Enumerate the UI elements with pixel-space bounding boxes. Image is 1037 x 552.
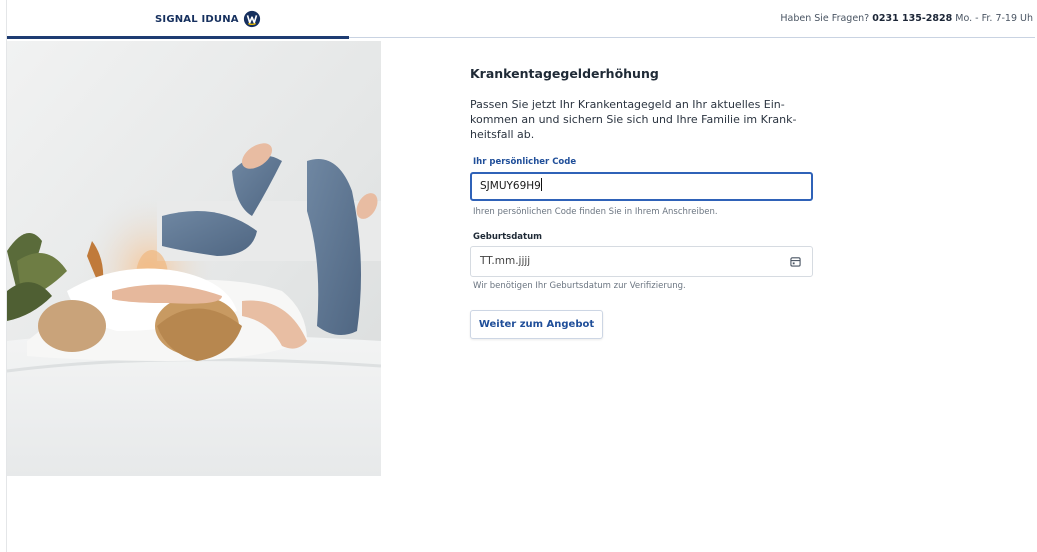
birthdate-label: Geburtsdatum	[473, 232, 542, 242]
birthdate-input[interactable]: TT.mm.jjjj	[470, 246, 813, 277]
contact-phone[interactable]: 0231 135-2828	[872, 13, 952, 24]
window-left-edge	[0, 0, 7, 552]
logo-text: SIGNAL IDUNA	[155, 13, 239, 25]
text-cursor	[540, 178, 542, 191]
calendar-icon[interactable]	[790, 256, 801, 267]
site-header: SIGNAL IDUNA Haben Sie Fragen? 0231 135-…	[7, 0, 1035, 38]
continue-to-offer-button[interactable]: Weiter zum Angebot	[470, 310, 603, 339]
contact-hours: Mo. - Fr. 7-19 Uh	[955, 13, 1033, 24]
personal-code-input[interactable]: SJMUY69H9	[470, 172, 813, 201]
header-divider	[349, 37, 1035, 38]
contact-info: Haben Sie Fragen? 0231 135-2828 Mo. - Fr…	[780, 13, 1033, 24]
hero-photo	[7, 41, 381, 476]
header-active-indicator	[7, 36, 349, 39]
code-hint: Ihren persönlichen Code finden Sie in Ih…	[473, 207, 718, 217]
page-title: Krankentagegelderhöhung	[470, 66, 659, 81]
brand-logo[interactable]: SIGNAL IDUNA	[155, 9, 261, 29]
birthdate-hint: Wir benötigen Ihr Geburtsdatum zur Verif…	[473, 281, 686, 291]
signal-iduna-logo-icon	[243, 10, 260, 28]
birthdate-placeholder: TT.mm.jjjj	[480, 255, 531, 267]
hero-photo-illustration	[7, 41, 381, 476]
personal-code-value: SJMUY69H9	[480, 180, 541, 192]
intro-text: Passen Sie jetzt Ihr Krankentagegeld an …	[470, 98, 797, 141]
code-label: Ihr persönlicher Code	[473, 157, 577, 167]
contact-prefix: Haben Sie Fragen?	[780, 13, 870, 24]
